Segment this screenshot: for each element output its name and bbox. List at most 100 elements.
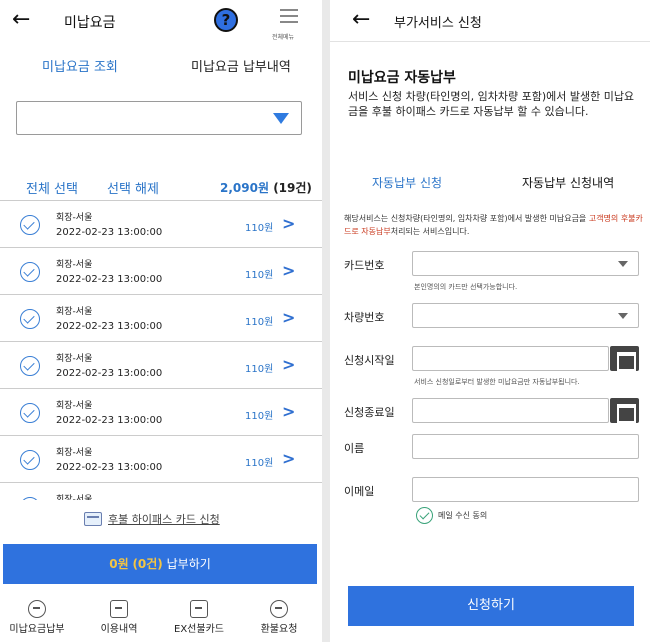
selection-bar: 전체 선택 선택 해제 2,090원 (19건): [0, 176, 322, 197]
email-input[interactable]: [412, 477, 639, 502]
pay-button[interactable]: 0원 (0건) 납부하기: [3, 544, 317, 584]
list-item[interactable]: 회장-서울 2022-02-23 13:00:00 110원 >: [0, 342, 322, 389]
route-label: 회장-서울: [56, 307, 93, 317]
caret-down-icon: [618, 313, 628, 319]
tab-bar: 자동납부 신청 자동납부 신청내역: [330, 172, 650, 192]
chevron-right-icon[interactable]: >: [282, 309, 295, 327]
nav-label: 환불요청: [260, 624, 298, 635]
service-notice: 해당서비스는 신청차량(타인명의, 임차차량 포함)에서 발생한 미납요금을 고…: [344, 212, 644, 238]
nav-usage-history[interactable]: 이용내역: [84, 600, 154, 635]
route-label: 회장-서울: [56, 401, 93, 411]
vehicle-select[interactable]: [16, 101, 302, 135]
back-arrow-icon[interactable]: ←: [352, 8, 370, 32]
calendar-icon[interactable]: [610, 398, 639, 423]
section-heading: 미납요금 자동납부: [348, 70, 456, 86]
chevron-right-icon[interactable]: >: [282, 403, 295, 421]
card-apply-label: 후불 하이패스 카드 신청: [108, 513, 220, 526]
check-circle-icon[interactable]: [20, 309, 40, 329]
email-consent-checkbox[interactable]: 메일 수신 동의: [416, 507, 487, 524]
route-label: 회장-서울: [56, 354, 93, 364]
datetime-label: 2022-02-23 13:00:00: [56, 415, 163, 426]
chevron-right-icon[interactable]: >: [282, 262, 295, 280]
route-label: 회장-서울: [56, 260, 93, 270]
total-summary: 2,090원 (19건): [220, 179, 312, 196]
datetime-label: 2022-02-23 13:00:00: [56, 274, 163, 285]
nav-label: 이용내역: [100, 624, 138, 635]
start-date-input[interactable]: [412, 346, 609, 371]
unpaid-list: 회장-서울 2022-02-23 13:00:00 110원 > 회장-서울 2…: [0, 200, 322, 500]
notice-text: 해당서비스는 신청차량(타인명의, 임차차량 포함)에서 발생한 미납요금을: [344, 214, 589, 223]
datetime-label: 2022-02-23 13:00:00: [56, 368, 163, 379]
check-circle-icon[interactable]: [20, 262, 40, 282]
auto-payment-screen: ← 부가서비스 신청 미납요금 자동납부 서비스 신청 차량(타인명의, 임차차…: [330, 0, 650, 642]
pay-amount: 0원: [109, 557, 129, 571]
fee-label: 110원: [245, 270, 274, 281]
route-label: 회장-서울: [56, 448, 93, 458]
apply-button[interactable]: 신청하기: [348, 586, 634, 626]
card-icon: [190, 600, 208, 618]
check-circle-icon[interactable]: [20, 215, 40, 235]
top-bar: ← 미납요금 ? 전체메뉴: [0, 0, 322, 42]
fee-label: 110원: [245, 364, 274, 375]
nav-refund-request[interactable]: 환불요청: [244, 600, 314, 635]
start-date-label: 신청시작일: [344, 354, 395, 367]
name-input[interactable]: [412, 434, 639, 459]
chevron-right-icon[interactable]: >: [282, 215, 295, 233]
bottom-nav: 미납요금납부 이용내역 EX선불카드 환불요청: [0, 596, 322, 642]
list-item[interactable]: 회장-서울 2022-02-23 13:00:00 110원 >: [0, 295, 322, 342]
nav-prepaid-card[interactable]: EX선불카드: [164, 600, 234, 635]
calendar-icon[interactable]: [610, 346, 639, 371]
caret-down-icon: [273, 113, 289, 124]
nav-unpaid-payment[interactable]: 미납요금납부: [2, 600, 72, 635]
fee-label: 110원: [245, 458, 274, 469]
list-item[interactable]: 회장-서울: [0, 483, 322, 500]
vehicle-number-label: 차량번호: [344, 311, 385, 324]
total-count: (19건): [273, 181, 312, 195]
list-item[interactable]: 회장-서울 2022-02-23 13:00:00 110원 >: [0, 201, 322, 248]
check-circle-icon[interactable]: [20, 403, 40, 423]
card-number-select[interactable]: [412, 251, 639, 276]
select-all-button[interactable]: 전체 선택: [26, 178, 78, 197]
check-circle-icon[interactable]: [20, 497, 40, 500]
tab-auto-payment-apply[interactable]: 자동납부 신청: [372, 174, 442, 191]
pay-label: 납부하기: [162, 557, 211, 571]
email-consent-label: 메일 수신 동의: [438, 511, 488, 520]
card-number-hint: 본인명의의 카드만 선택가능합니다.: [414, 283, 518, 291]
help-icon[interactable]: ?: [214, 8, 238, 32]
end-date-input[interactable]: [412, 398, 609, 423]
unpaid-fees-screen: ← 미납요금 ? 전체메뉴 미납요금 조회 미납요금 납부내역 전체 선택 선택…: [0, 0, 322, 642]
list-item[interactable]: 회장-서울 2022-02-23 13:00:00 110원 >: [0, 248, 322, 295]
tab-payment-history[interactable]: 미납요금 납부내역: [191, 56, 291, 75]
vehicle-number-select[interactable]: [412, 303, 639, 328]
receipt-icon: [110, 600, 128, 618]
list-item[interactable]: 회장-서울 2022-02-23 13:00:00 110원 >: [0, 389, 322, 436]
nav-label: EX선불카드: [174, 624, 224, 635]
refund-icon: [270, 600, 288, 618]
tab-auto-payment-history[interactable]: 자동납부 신청내역: [522, 174, 614, 191]
hamburger-menu-icon[interactable]: [280, 9, 298, 27]
name-label: 이름: [344, 442, 365, 455]
email-label: 이메일: [344, 485, 375, 498]
tab-unpaid-inquiry[interactable]: 미납요금 조회: [42, 56, 118, 75]
page-title: 미납요금: [64, 15, 116, 31]
datetime-label: 2022-02-23 13:00:00: [56, 227, 163, 238]
back-arrow-icon[interactable]: ←: [12, 8, 30, 32]
nav-label: 미납요금납부: [9, 624, 65, 635]
card-apply-link[interactable]: 후불 하이패스 카드 신청: [84, 511, 220, 527]
check-circle-icon[interactable]: [20, 450, 40, 470]
fee-label: 110원: [245, 223, 274, 234]
deselect-button[interactable]: 선택 해제: [107, 178, 159, 197]
list-item[interactable]: 회장-서울 2022-02-23 13:00:00 110원 >: [0, 436, 322, 483]
end-date-label: 신청종료일: [344, 406, 395, 419]
fee-label: 110원: [245, 317, 274, 328]
credit-card-icon: [84, 512, 102, 526]
chevron-right-icon[interactable]: >: [282, 356, 295, 374]
fee-label: 110원: [245, 411, 274, 422]
menu-label: 전체메뉴: [272, 34, 295, 41]
top-bar: ← 부가서비스 신청: [330, 0, 650, 42]
datetime-label: 2022-02-23 13:00:00: [56, 321, 163, 332]
start-date-hint: 서비스 신청일로부터 발생한 미납요금만 자동납부됩니다.: [414, 378, 580, 386]
tab-bar: 미납요금 조회 미납요금 납부내역: [0, 52, 322, 76]
check-circle-icon[interactable]: [20, 356, 40, 376]
chevron-right-icon[interactable]: >: [282, 450, 295, 468]
